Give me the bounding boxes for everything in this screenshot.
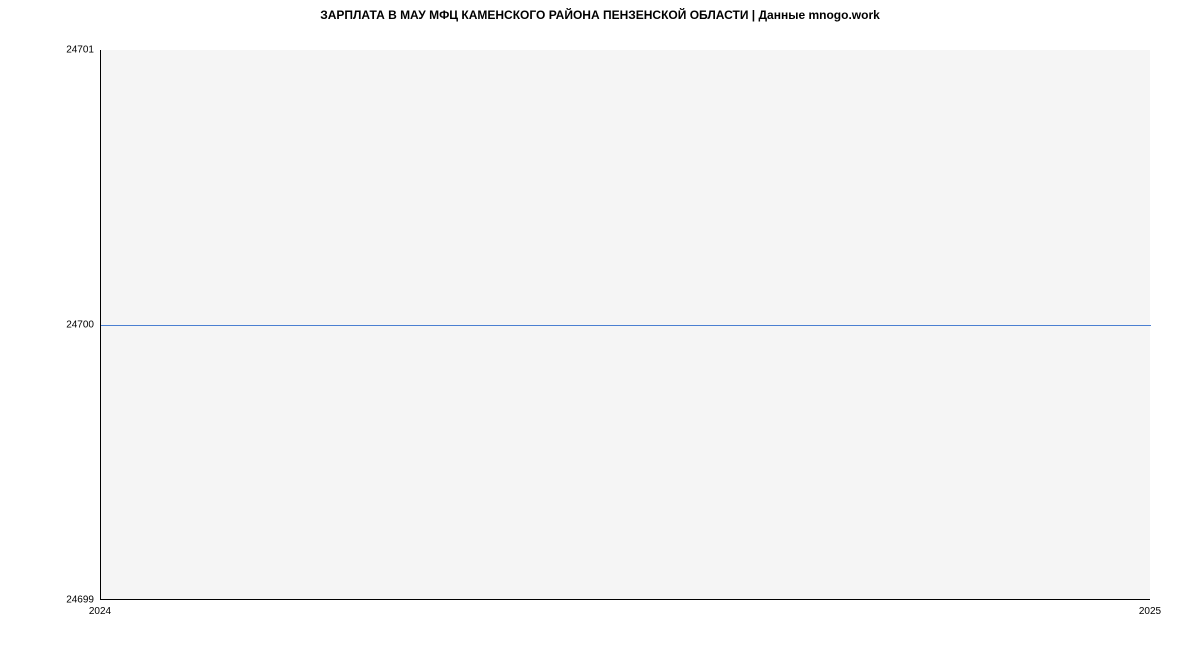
y-tick-label: 24701 <box>66 45 94 56</box>
y-tick-label: 24699 <box>66 595 94 606</box>
data-series-line <box>101 325 1151 326</box>
chart-title: ЗАРПЛАТА В МАУ МФЦ КАМЕНСКОГО РАЙОНА ПЕН… <box>0 0 1200 22</box>
y-tick-label: 24700 <box>66 320 94 331</box>
x-tick-label: 2025 <box>1139 606 1161 617</box>
plot-background <box>100 50 1150 600</box>
x-tick-label: 2024 <box>89 606 111 617</box>
chart-plot-area: 24701 24700 24699 2024 2025 <box>100 50 1150 600</box>
